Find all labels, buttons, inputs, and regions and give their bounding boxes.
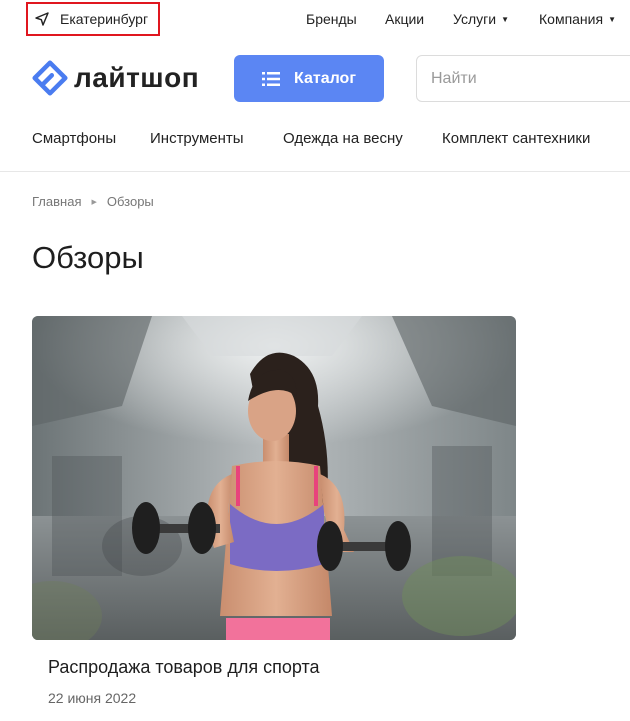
category-link[interactable]: Смартфоны [32,130,116,147]
nav-link-company-label: Компания [539,11,604,27]
page-title: Обзоры [32,240,144,275]
nav-link-services-label: Услуги [453,11,497,27]
category-link[interactable]: Комплект сантехники [442,130,590,147]
breadcrumb-home[interactable]: Главная [32,194,81,209]
breadcrumb-current: Обзоры [106,194,154,209]
logo-icon [32,60,68,96]
nav-link-promotions[interactable]: Акции [385,11,424,27]
header-divider [0,171,630,172]
nav-link-brands[interactable]: Бренды [306,11,357,27]
city-selector[interactable]: Екатеринбург [26,2,160,36]
catalog-button-label: Каталог [294,69,356,87]
breadcrumb-separator-icon: ▶ [91,198,97,206]
article-date: 22 июня 2022 [48,690,137,706]
nav-link-company[interactable]: Компания ▼ [539,11,616,27]
caret-down-icon: ▼ [608,15,616,24]
location-arrow-icon [35,12,49,26]
logo-text: лайтшоп [74,62,200,93]
site-logo[interactable]: лайтшоп [32,60,199,96]
search-input[interactable] [416,55,630,102]
top-bar: Екатеринбург Бренды Акции Услуги ▼ Компан… [0,0,630,38]
fitness-woman-illustration [32,316,516,640]
catalog-button[interactable]: Каталог [234,55,384,102]
category-nav: Смартфоны Инструменты Одежда на весну Ко… [0,130,630,150]
article-title[interactable]: Распродажа товаров для спорта [48,657,320,678]
category-link[interactable]: Инструменты [150,130,244,147]
nav-link-services[interactable]: Услуги ▼ [453,11,509,27]
article-image[interactable] [32,316,516,640]
list-icon [262,71,280,86]
breadcrumb: Главная ▶ Обзоры [32,194,154,209]
caret-down-icon: ▼ [501,15,509,24]
city-label: Екатеринбург [60,11,149,27]
category-link[interactable]: Одежда на весну [283,130,403,147]
